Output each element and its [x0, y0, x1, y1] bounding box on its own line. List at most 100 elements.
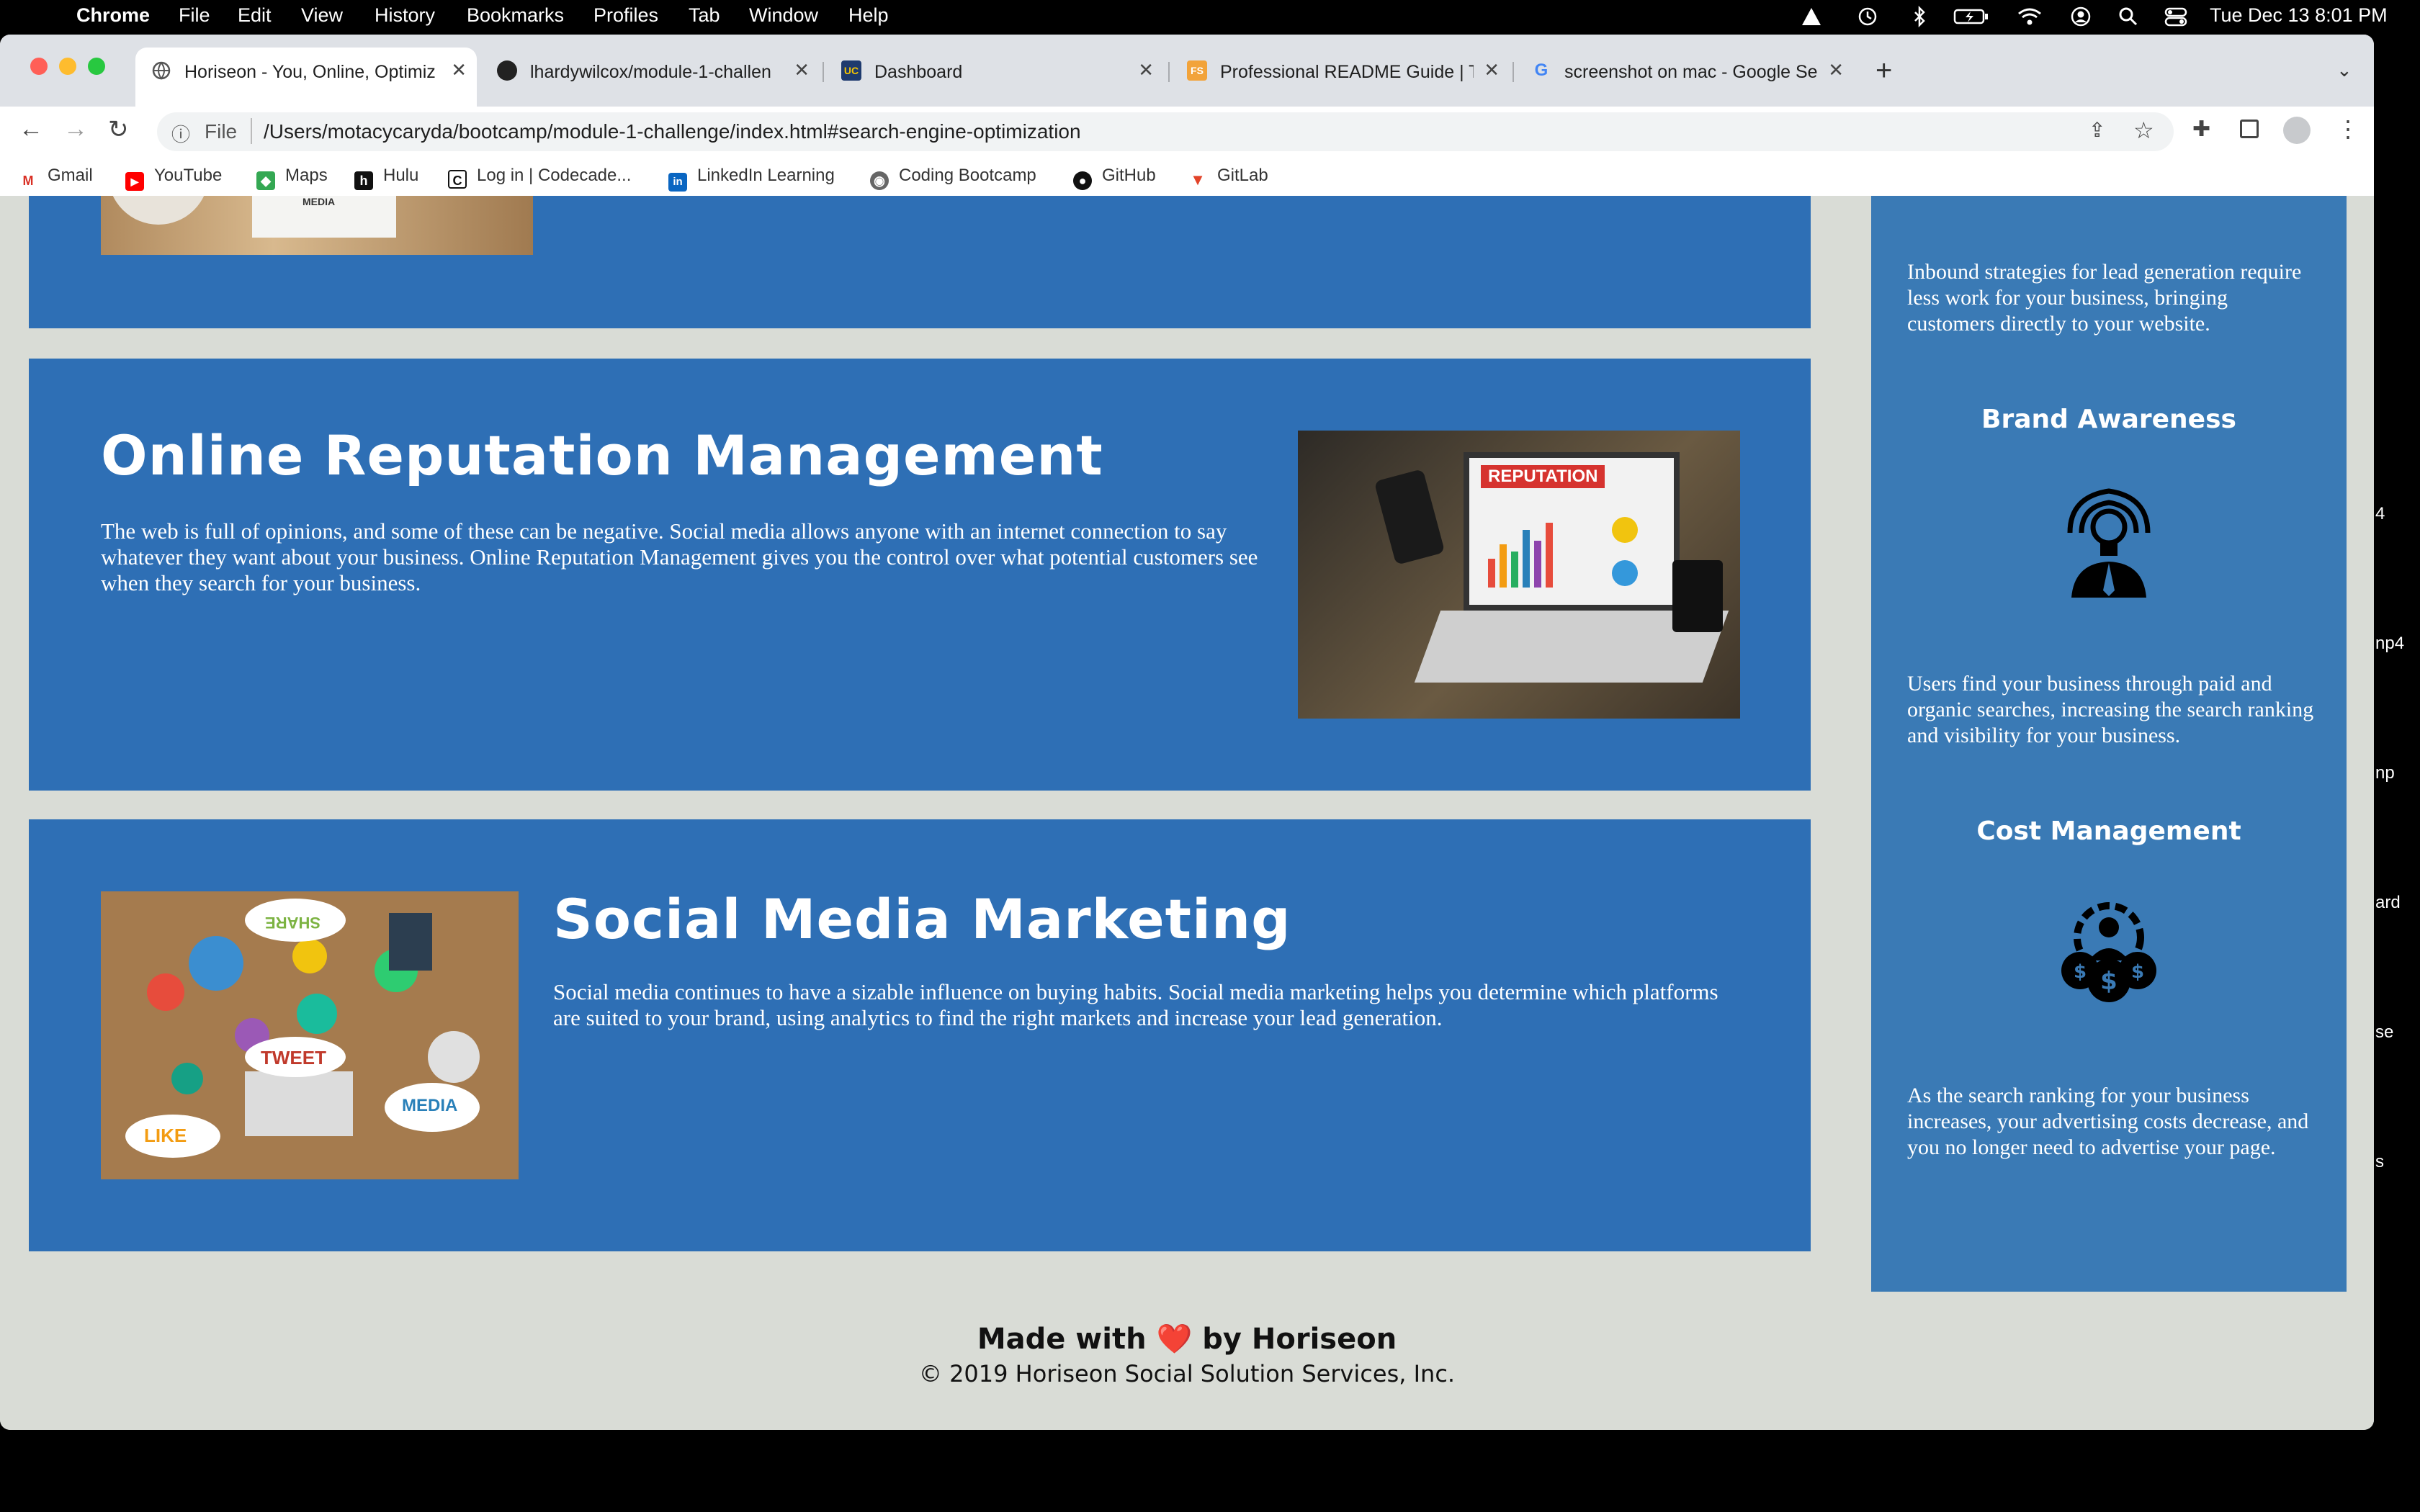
- tab-readme-guide[interactable]: FS Professional README Guide | T ✕: [1171, 48, 1510, 94]
- close-tab-icon[interactable]: ✕: [1138, 59, 1154, 81]
- more-menu-icon[interactable]: ⋮: [2336, 115, 2360, 143]
- brand-awareness-title: Brand Awareness: [1981, 405, 2236, 434]
- cost-management-title: Cost Management: [1976, 816, 2241, 846]
- social-media-image: SHARE TWEET LIKE MEDIA: [101, 891, 519, 1179]
- bookmark-gmail[interactable]: M Gmail: [19, 166, 93, 190]
- address-bar[interactable]: ⓘ File /Users/motacycaryda/bootcamp/modu…: [157, 112, 2174, 151]
- github-icon: [497, 60, 517, 81]
- heart-icon: ❤️: [1156, 1323, 1193, 1356]
- zoom-window-button[interactable]: [88, 58, 105, 75]
- side-panel-icon[interactable]: [2240, 120, 2259, 138]
- reload-icon[interactable]: ↻: [108, 115, 129, 144]
- extensions-puzzle-icon[interactable]: ✚: [2192, 117, 2210, 142]
- bookmark-star-icon[interactable]: ☆: [2133, 117, 2154, 144]
- menu-profiles[interactable]: Profiles: [593, 4, 658, 27]
- search-icon[interactable]: [2118, 6, 2139, 27]
- bookmark-linkedin-learning[interactable]: in LinkedIn Learning: [668, 166, 835, 192]
- profile-avatar[interactable]: [2283, 117, 2311, 144]
- svg-text:$: $: [2074, 961, 2087, 983]
- gitlab-icon: ▼: [1190, 171, 1206, 189]
- share-icon[interactable]: ⇪: [2089, 118, 2105, 142]
- notebook-caption: MEDIA: [302, 196, 336, 207]
- info-icon[interactable]: ⓘ: [171, 120, 190, 147]
- tab-title: lhardywilcox/module-1-challen: [530, 62, 771, 82]
- menu-bookmarks[interactable]: Bookmarks: [467, 4, 564, 27]
- bookmark-codecademy[interactable]: C Log in | Codecade...: [448, 166, 631, 189]
- tab-github[interactable]: lhardywilcox/module-1-challen ✕: [481, 48, 820, 94]
- menu-help[interactable]: Help: [848, 4, 889, 27]
- bluetooth-icon[interactable]: [1909, 6, 1930, 27]
- menu-edit[interactable]: Edit: [238, 4, 272, 27]
- menu-view[interactable]: View: [301, 4, 343, 27]
- scheme-label: File: [205, 120, 238, 143]
- menu-history[interactable]: History: [375, 4, 435, 27]
- menu-window[interactable]: Window: [749, 4, 818, 27]
- bookmark-label: GitHub: [1102, 166, 1156, 185]
- desktop-file-label[interactable]: ard: [2375, 893, 2401, 913]
- menu-tab[interactable]: Tab: [689, 4, 720, 27]
- bookmark-maps[interactable]: ◆ Maps: [256, 166, 328, 190]
- reputation-label: REPUTATION: [1481, 465, 1605, 488]
- close-tab-icon[interactable]: ✕: [451, 59, 467, 81]
- control-center-icon[interactable]: [2164, 6, 2188, 27]
- warning-icon[interactable]: [1801, 6, 1822, 27]
- seo-section-image: MEDIA: [101, 196, 533, 255]
- tab-title: screenshot on mac - Google Se: [1564, 62, 1818, 82]
- maps-icon: ◆: [256, 171, 275, 190]
- close-tab-icon[interactable]: ✕: [1828, 59, 1844, 81]
- menu-app-name[interactable]: Chrome: [76, 4, 150, 27]
- tab-search-chevron-down-icon[interactable]: ⌄: [2336, 59, 2352, 81]
- bookmark-label: Gmail: [48, 166, 93, 185]
- tab-dashboard[interactable]: UC Dashboard ✕: [825, 48, 1164, 94]
- coffee-cup-image: [108, 196, 209, 225]
- desktop-file-label[interactable]: 4: [2375, 504, 2385, 524]
- menu-file[interactable]: File: [179, 4, 210, 27]
- bookmark-youtube[interactable]: ▶ YouTube: [125, 166, 222, 191]
- tab-title: Dashboard: [874, 62, 963, 82]
- bookmark-github[interactable]: ● GitHub: [1073, 166, 1156, 190]
- tab-separator: [1512, 62, 1514, 82]
- desktop-file-label[interactable]: np: [2375, 763, 2395, 783]
- svg-text:$: $: [2100, 967, 2118, 996]
- desktop-file-label[interactable]: se: [2375, 1022, 2393, 1043]
- time-machine-icon[interactable]: [1857, 6, 1878, 27]
- bookmark-coding-bootcamp[interactable]: ◉ Coding Bootcamp: [870, 166, 1036, 190]
- close-tab-icon[interactable]: ✕: [794, 59, 810, 81]
- bookmark-gitlab[interactable]: ▼ GitLab: [1188, 166, 1268, 189]
- minimize-window-button[interactable]: [59, 58, 76, 75]
- bookmark-label: YouTube: [154, 166, 223, 185]
- wifi-icon[interactable]: [2017, 6, 2043, 27]
- section-body: The web is full of opinions, and some of…: [101, 518, 1258, 595]
- desktop-file-label[interactable]: s: [2375, 1152, 2384, 1172]
- menu-clock[interactable]: Tue Dec 13 8:01 PM: [2210, 4, 2388, 27]
- share-bubble-label: SHARE: [265, 914, 321, 932]
- tab-horiseon[interactable]: Horiseon - You, Online, Optimiz ✕: [135, 48, 477, 107]
- github-icon: ●: [1073, 171, 1092, 190]
- forward-arrow-icon[interactable]: →: [63, 115, 88, 143]
- desktop-file-label[interactable]: np4: [2375, 634, 2404, 654]
- social-media-section: SHARE TWEET LIKE MEDIA Social Media Mark…: [29, 819, 1811, 1251]
- fs-icon: FS: [1187, 60, 1207, 81]
- new-tab-button[interactable]: +: [1876, 55, 1892, 87]
- back-arrow-icon[interactable]: ←: [19, 115, 43, 143]
- tab-google-search[interactable]: G screenshot on mac - Google Se ✕: [1515, 48, 1854, 94]
- ucb-icon: UC: [841, 60, 861, 81]
- battery-icon[interactable]: [1953, 6, 1989, 27]
- user-icon[interactable]: [2070, 6, 2092, 27]
- bookmark-label: GitLab: [1217, 166, 1268, 185]
- brand-awareness-text: Users find your business through paid an…: [1907, 672, 2314, 747]
- gmail-icon: M: [19, 171, 37, 190]
- hulu-icon: h: [354, 171, 373, 190]
- browser-toolbar: ← → ↻ ⓘ File /Users/motacycaryda/bootcam…: [0, 107, 2374, 157]
- section-title: Online Reputation Management: [101, 423, 1103, 487]
- browser-window: Horiseon - You, Online, Optimiz ✕ lhardy…: [0, 35, 2374, 1430]
- webpage-viewport[interactable]: MEDIA Online Reputation Management The w…: [0, 196, 2374, 1430]
- close-window-button[interactable]: [30, 58, 48, 75]
- bookmarks-bar: M Gmail ▶ YouTube ◆ Maps h Hulu C Log in | Co…: [0, 157, 2374, 197]
- bookmark-label: Hulu: [383, 166, 419, 185]
- close-tab-icon[interactable]: ✕: [1484, 59, 1500, 81]
- tweet-bubble-label: TWEET: [261, 1047, 326, 1068]
- globe-icon: [152, 61, 171, 80]
- bookmark-hulu[interactable]: h Hulu: [354, 166, 418, 190]
- url-text[interactable]: /Users/motacycaryda/bootcamp/module-1-ch…: [264, 120, 1081, 143]
